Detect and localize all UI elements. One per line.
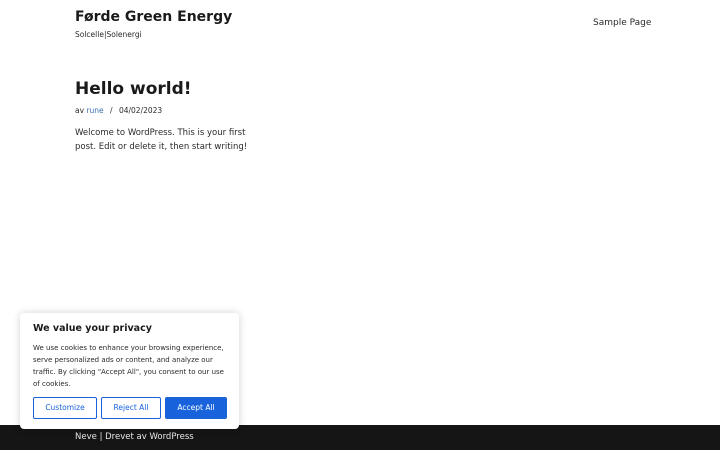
post-meta: av rune / 04/02/2023	[75, 106, 162, 115]
cookie-consent-banner: We value your privacy We use cookies to …	[20, 313, 239, 429]
post-article: Hello world! av rune / 04/02/2023 Welcom…	[75, 78, 255, 152]
site-header: Førde Green Energy Solcelle|Solenergi Sa…	[0, 0, 720, 60]
post-excerpt: Welcome to WordPress. This is your first…	[75, 128, 248, 152]
reject-all-button[interactable]: Reject All	[101, 397, 161, 419]
post-author-link[interactable]: rune	[86, 106, 103, 115]
post-meta-separator: /	[110, 106, 113, 115]
post-title[interactable]: Hello world!	[75, 78, 255, 100]
footer-credits: Neve | Drevet av WordPress	[75, 432, 194, 442]
post-date: 04/02/2023	[118, 106, 163, 115]
customize-button[interactable]: Customize	[33, 397, 97, 419]
site-title-link[interactable]: Førde Green Energy	[75, 9, 232, 25]
footer-theme-link[interactable]: Neve	[75, 432, 97, 442]
footer-powered-prefix: Drevet av	[105, 432, 147, 442]
nav-item-sample-page[interactable]: Sample Page	[593, 18, 651, 28]
cookie-banner-title: We value your privacy	[33, 323, 152, 334]
post-meta-prefix: av	[75, 106, 85, 115]
cookie-banner-text: We use cookies to enhance your browsing …	[33, 344, 224, 388]
site-tagline: Solcelle|Solenergi	[75, 30, 142, 39]
footer-separator: |	[99, 432, 103, 442]
footer-wordpress-link[interactable]: WordPress	[149, 432, 193, 442]
accept-all-button[interactable]: Accept All	[165, 397, 227, 419]
